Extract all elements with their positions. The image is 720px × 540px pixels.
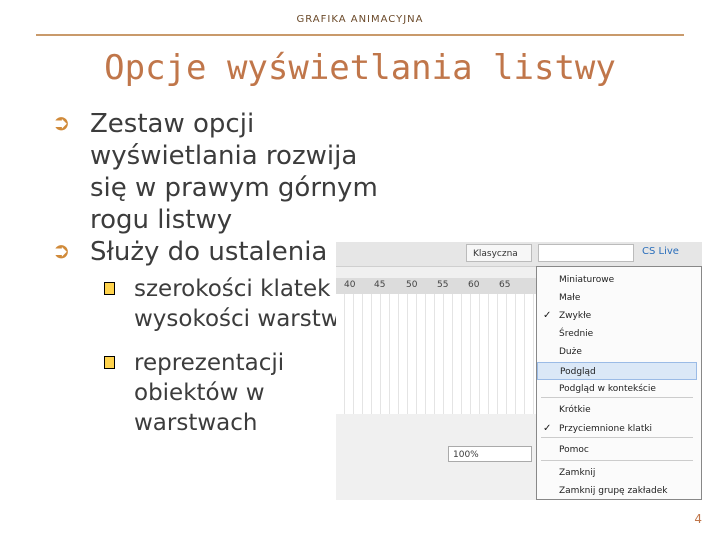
menu-item-label: Pomoc [559,445,589,455]
menu-item-label: Zamknij [559,468,596,478]
menu-item[interactable]: Podgląd w kontekście [537,380,697,398]
bullet-text: Zestaw opcji wyświetlania rozwija się w … [90,109,378,235]
menu-item[interactable]: Miniaturowe [537,271,697,289]
menu-item-label: Krótkie [559,405,591,415]
ruler-tick: 60 [468,280,480,290]
menu-item[interactable]: Zamknij grupę zakładek [537,482,697,500]
menu-item-label: Zamknij grupę zakładek [559,486,668,496]
menu-separator [541,397,693,398]
menu-item-label: Duże [559,347,582,357]
bullet-item: ➲ Zestaw opcji wyświetlania rozwija się … [52,108,382,236]
checkmark-icon: ✓ [543,423,552,434]
subbullet-text: reprezentacji obiektów w warstwach [134,350,285,436]
curved-arrow-icon: ➲ [52,111,71,136]
menu-item-label: Średnie [559,329,594,339]
curved-arrow-icon: ➲ [52,239,71,264]
menu-item-label: Małe [559,293,581,303]
timeline-options-menu: Miniaturowe Małe ✓ Zwykłe Średnie Duże Podgląd… [536,266,702,500]
timeline-frames[interactable] [336,294,536,414]
app-toolbar: Klasyczna CS Live [336,242,702,267]
menu-item-label: Zwykłe [559,311,592,321]
search-input[interactable] [538,244,634,262]
menu-item[interactable]: Krótkie [537,401,697,419]
menu-item-label: Podgląd [560,367,596,377]
square-bullet-icon [104,356,115,369]
menu-separator [541,437,693,438]
ruler-tick: 65 [499,280,511,290]
bullet-text: Służy do ustalenia : [90,237,345,267]
menu-item-label: Miniaturowe [559,275,615,285]
menu-separator [541,460,693,461]
workspace-dropdown[interactable]: Klasyczna [466,244,532,262]
square-bullet-icon [104,282,115,295]
menu-item-label: Podgląd w kontekście [559,384,656,394]
menu-item[interactable]: Podgląd [537,362,697,380]
cs-live-label[interactable]: CS Live [642,246,679,257]
menu-item-label: Przyciemnione klatki [559,424,653,434]
ruler-tick: 50 [406,280,418,290]
zoom-select[interactable]: 100% [448,446,532,462]
timeline-screenshot: Klasyczna CS Live 40 45 50 55 60 65 100%… [336,242,702,500]
menu-item[interactable]: Średnie [537,325,697,343]
page-number: 4 [694,512,702,526]
checkmark-icon: ✓ [543,310,552,321]
menu-item[interactable]: Małe [537,289,697,307]
subbullet-text: szerokości klatek i wysokości warstw [134,276,345,332]
menu-item[interactable]: Zamknij [537,464,697,482]
ruler-tick: 45 [374,280,386,290]
ruler-tick: 55 [437,280,449,290]
header-label: GRAFIKA ANIMACYJNA [296,14,424,25]
header-divider [36,34,684,36]
frame-ruler: 40 45 50 55 60 65 [336,278,536,294]
menu-item[interactable]: ✓ Zwykłe [537,307,697,325]
menu-item[interactable]: ✓ Przyciemnione klatki [537,420,697,438]
menu-item[interactable]: Pomoc [537,441,697,459]
menu-item[interactable]: Duże [537,343,697,361]
bullet-item: ➲ Służy do ustalenia : [52,236,382,268]
ruler-tick: 40 [344,280,356,290]
slide-title: Opcje wyświetlania listwy [104,48,616,88]
bullet-list: ➲ Zestaw opcji wyświetlania rozwija się … [52,108,382,438]
